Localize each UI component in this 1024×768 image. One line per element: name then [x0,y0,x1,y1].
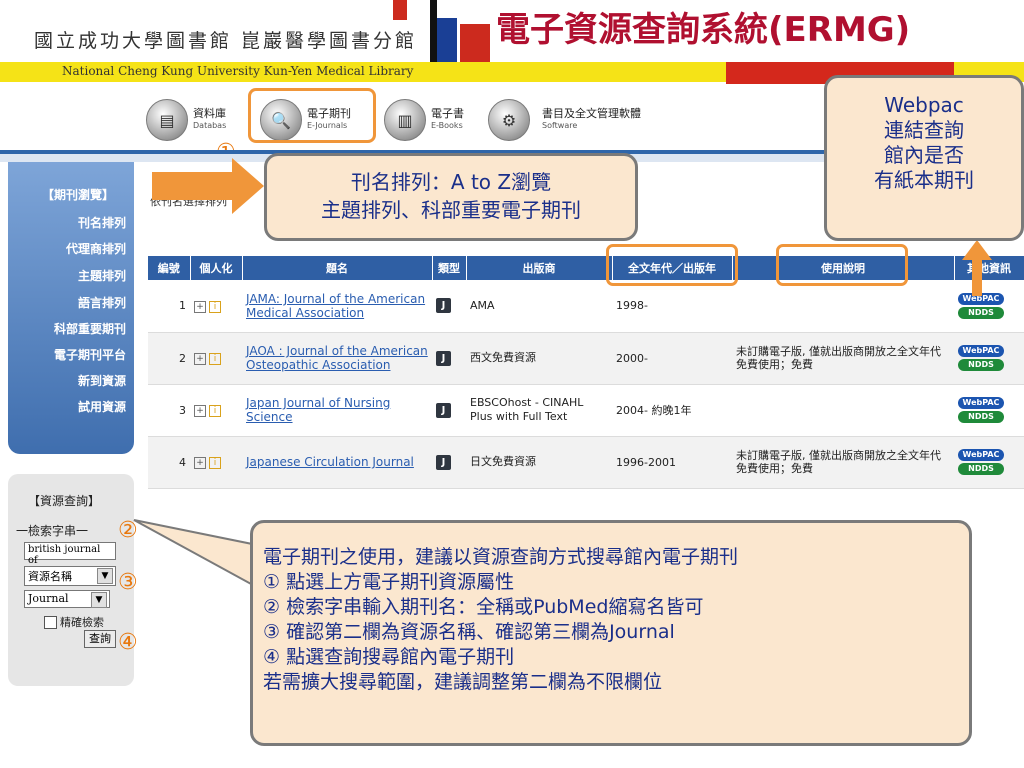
callout-line: 電子期刊之使用，建議以資源查詢方式搜尋館內電子期刊 [263,546,739,568]
up-arrow-icon [962,240,992,296]
callout-line: 主題排列、科部重要電子期刊 [321,198,581,222]
callout-line: 連結查詢 [884,118,964,142]
callout-pointer [133,519,263,592]
callout-line: 若需擴大搜尋範圍，建議調整第二欄為不限欄位 [263,671,663,693]
callout-line: ① 點選上方電子期刊資源屬性 [263,571,515,593]
usage-instructions-callout: 電子期刊之使用，建議以資源查詢方式搜尋館內電子期刊 ① 點選上方電子期刊資源屬性… [250,520,972,746]
callout-line: 有紙本期刊 [874,168,974,192]
browse-callout: 刊名排列：A to Z瀏覽 主題排列、科部重要電子期刊 [264,153,638,241]
callout-line: ③ 確認第二欄為資源名稱、確認第三欄為Journal [263,621,675,643]
callout-line: ④ 點選查詢搜尋館內電子期刊 [263,646,515,668]
callout-line: Webpac [884,93,964,117]
callout-line: ② 檢索字串輸入期刊名：全稱或PubMed縮寫名皆可 [263,596,704,618]
callout-line: 館內是否 [884,143,964,167]
right-arrow-icon [152,158,264,214]
webpac-callout: Webpac 連結查詢 館內是否 有紙本期刊 [824,75,1024,241]
callout-line: 刊名排列：A to Z瀏覽 [350,170,552,194]
